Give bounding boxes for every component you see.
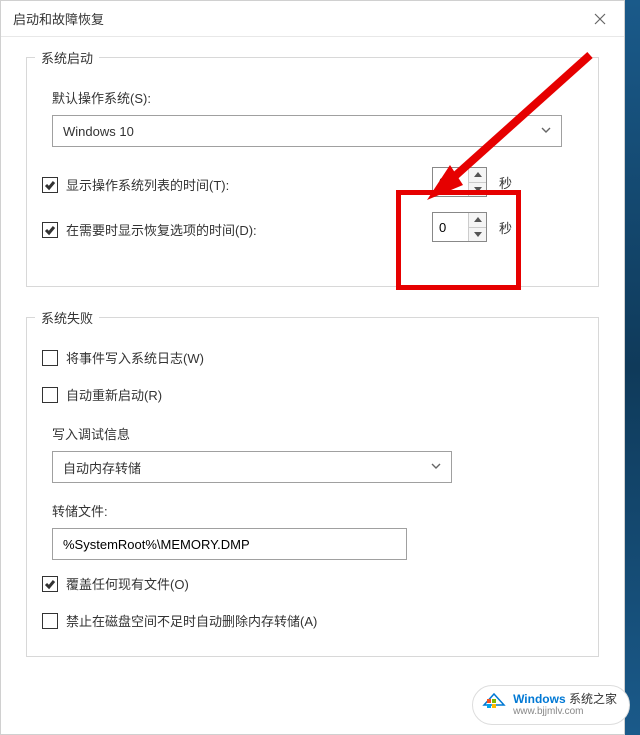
check-icon [44, 224, 56, 236]
dump-type-select[interactable]: 自动内存转储 [52, 451, 452, 483]
overwrite-label: 覆盖任何现有文件(O) [66, 574, 189, 593]
debug-info-label: 写入调试信息 [42, 424, 583, 443]
check-icon [44, 179, 56, 191]
auto-restart-label: 自动重新启动(R) [66, 385, 162, 404]
failure-legend: 系统失败 [35, 308, 99, 327]
startup-recovery-dialog: 启动和故障恢复 系统启动 默认操作系统(S): Windows 10 显示操作系… [0, 0, 625, 735]
os-list-time-input[interactable] [433, 168, 468, 196]
spinner-up-button[interactable] [469, 168, 486, 183]
dialog-title: 启动和故障恢复 [13, 9, 584, 28]
dump-file-label: 转储文件: [42, 501, 583, 520]
check-icon [44, 578, 56, 590]
recovery-time-input[interactable] [433, 213, 468, 241]
write-log-label: 将事件写入系统日志(W) [66, 348, 204, 367]
os-list-time-spinner[interactable] [432, 167, 487, 197]
dump-file-value: %SystemRoot%\MEMORY.DMP [63, 537, 250, 552]
default-os-value: Windows 10 [63, 124, 541, 139]
watermark-url: www.bjjmlv.com [513, 706, 617, 717]
show-recovery-label: 在需要时显示恢复选项的时间(D): [66, 220, 257, 239]
show-recovery-checkbox[interactable] [42, 222, 58, 238]
recovery-time-spinner[interactable] [432, 212, 487, 242]
triangle-down-icon [474, 187, 482, 192]
spinner-down-button[interactable] [469, 183, 486, 197]
default-os-select[interactable]: Windows 10 [52, 115, 562, 147]
dump-file-input[interactable]: %SystemRoot%\MEMORY.DMP [52, 528, 407, 560]
overwrite-checkbox[interactable] [42, 576, 58, 592]
watermark-brand: Windows 系统之家 [513, 693, 617, 706]
system-startup-group: 系统启动 默认操作系统(S): Windows 10 显示操作系统列表的时间(T… [26, 57, 599, 287]
system-failure-group: 系统失败 将事件写入系统日志(W) 自动重新启动(R) 写入调试信息 自动内存转… [26, 317, 599, 657]
spinner-down-button[interactable] [469, 228, 486, 242]
titlebar: 启动和故障恢复 [1, 1, 624, 37]
auto-restart-checkbox[interactable] [42, 387, 58, 403]
disable-low-space-label: 禁止在磁盘空间不足时自动删除内存转储(A) [66, 611, 317, 630]
dump-type-value: 自动内存转储 [63, 458, 431, 477]
close-icon [594, 13, 606, 25]
triangle-up-icon [474, 217, 482, 222]
chevron-down-icon [541, 122, 551, 140]
watermark: Windows 系统之家 www.bjjmlv.com [472, 685, 630, 725]
startup-legend: 系统启动 [35, 48, 99, 67]
show-os-list-checkbox[interactable] [42, 177, 58, 193]
seconds-label: 秒 [499, 218, 512, 237]
chevron-down-icon [431, 458, 441, 476]
write-log-checkbox[interactable] [42, 350, 58, 366]
disable-low-space-checkbox[interactable] [42, 613, 58, 629]
seconds-label: 秒 [499, 173, 512, 192]
triangle-down-icon [474, 232, 482, 237]
windows-logo-icon [481, 692, 507, 718]
close-button[interactable] [584, 5, 616, 33]
triangle-up-icon [474, 172, 482, 177]
default-os-label: 默认操作系统(S): [42, 88, 583, 107]
show-os-list-label: 显示操作系统列表的时间(T): [66, 175, 229, 194]
spinner-up-button[interactable] [469, 213, 486, 228]
